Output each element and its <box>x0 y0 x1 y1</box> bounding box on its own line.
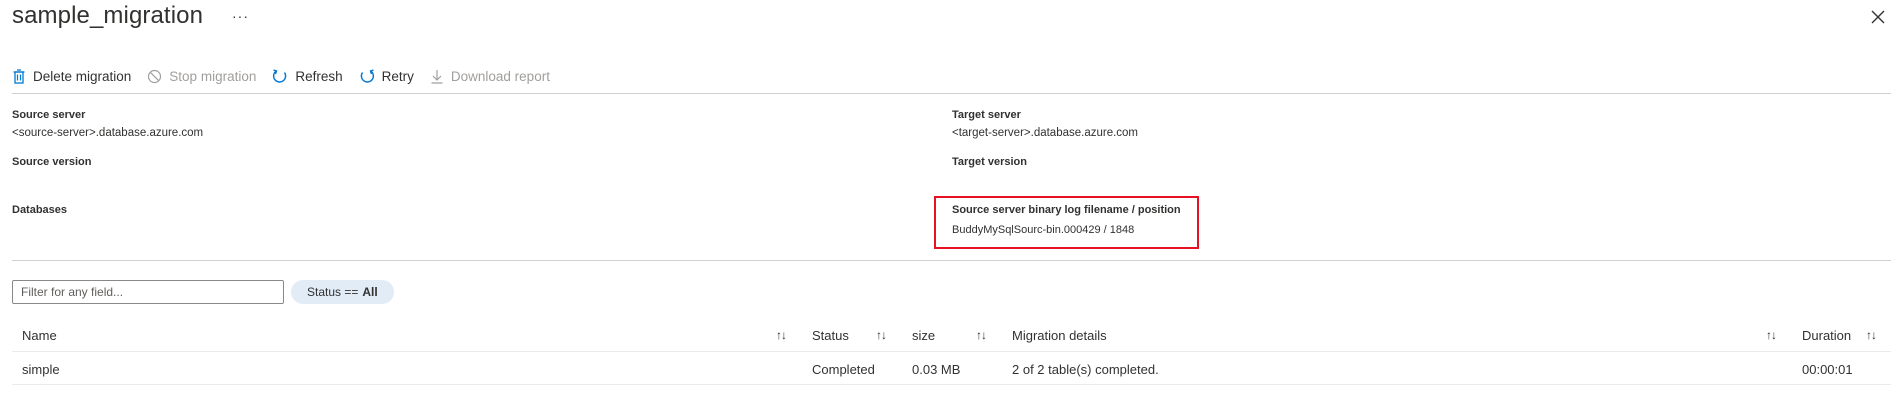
target-server-value: <target-server>.database.azure.com <box>952 127 1139 139</box>
row-duration-cell: 00:00:01 <box>1802 362 1853 377</box>
column-header-status[interactable]: Status <box>812 328 849 343</box>
target-version-label: Target version <box>952 156 1027 168</box>
refresh-label: Refresh <box>295 68 343 84</box>
retry-label: Retry <box>381 68 414 84</box>
target-server-label: Target server <box>952 109 1021 121</box>
toolbar: Delete migration Stop migration Refresh … <box>12 64 566 88</box>
retry-button[interactable]: Retry <box>359 68 414 84</box>
source-server-label: Source server <box>12 109 86 121</box>
binlog-value: BuddyMySqlSourc-bin.000429 / 1848 <box>952 224 1135 236</box>
sort-name-icon[interactable]: ↑↓ <box>776 328 787 342</box>
close-icon[interactable] <box>1867 6 1889 28</box>
status-filter-prefix: Status == <box>307 285 359 299</box>
download-report-label: Download report <box>450 68 550 84</box>
databases-label: Databases <box>12 204 68 216</box>
sort-migration-details-icon[interactable]: ↑↓ <box>1766 328 1777 342</box>
download-report-button[interactable]: Download report <box>430 69 550 84</box>
delete-migration-label: Delete migration <box>33 68 132 84</box>
refresh-icon <box>273 69 287 83</box>
sort-size-icon[interactable]: ↑↓ <box>976 328 987 342</box>
delete-migration-button[interactable]: Delete migration <box>12 69 131 84</box>
column-header-migration-details[interactable]: Migration details <box>1012 328 1107 343</box>
row-status-cell: Completed <box>812 362 875 377</box>
binlog-label: Source server binary log filename / posi… <box>952 204 1181 216</box>
page-title: sample_migration <box>12 2 204 29</box>
row-name-cell[interactable]: simple <box>22 362 60 377</box>
more-options-button[interactable]: ··· <box>232 8 249 24</box>
refresh-button[interactable]: Refresh <box>272 68 343 84</box>
sort-status-icon[interactable]: ↑↓ <box>876 328 887 342</box>
status-filter-pill[interactable]: Status == All <box>291 280 394 304</box>
source-server-value: <source-server>.database.azure.com <box>12 127 204 139</box>
toolbar-divider <box>12 93 1891 94</box>
column-header-size[interactable]: size <box>912 328 935 343</box>
retry-icon <box>360 69 374 83</box>
column-header-name[interactable]: Name <box>22 328 57 343</box>
column-header-duration[interactable]: Duration <box>1802 328 1851 343</box>
download-icon <box>431 69 443 84</box>
row-details-cell: 2 of 2 table(s) completed. <box>1012 362 1159 377</box>
stop-circle-icon <box>148 69 162 83</box>
filter-input[interactable] <box>12 280 284 304</box>
table-header-divider <box>12 351 1891 352</box>
details-divider <box>12 260 1891 261</box>
table-row-divider <box>12 384 1891 385</box>
row-size-cell: 0.03 MB <box>912 362 961 377</box>
status-filter-value: All <box>362 285 378 299</box>
stop-migration-button[interactable]: Stop migration <box>147 69 256 84</box>
source-version-label: Source version <box>12 156 92 168</box>
trash-icon <box>13 68 25 84</box>
sort-duration-icon[interactable]: ↑↓ <box>1866 328 1877 342</box>
stop-migration-label: Stop migration <box>169 68 257 84</box>
